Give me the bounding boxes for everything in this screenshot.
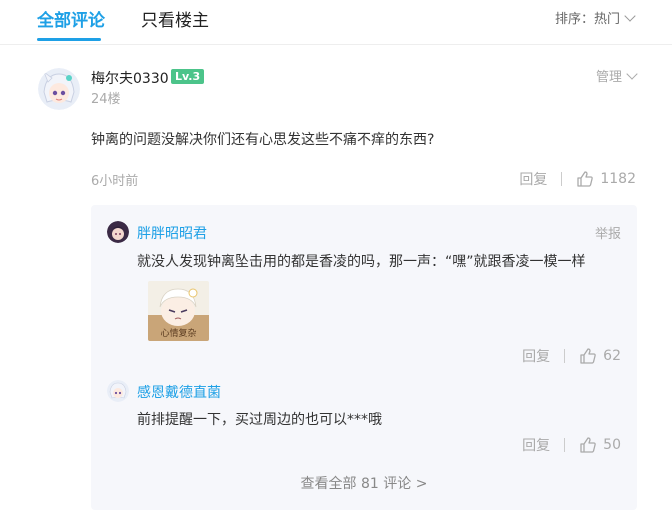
replies-panel: 胖胖昭昭君 举报 就没人发现钟离坠击用的都是香凌的吗，那一声：“嘿”就跟香凌一模… bbox=[91, 205, 637, 510]
floor-number: 24楼 bbox=[91, 92, 121, 107]
report-button[interactable]: 举报 bbox=[595, 223, 621, 242]
like-count: 50 bbox=[603, 437, 621, 453]
reply-button[interactable]: 回复 bbox=[522, 435, 550, 455]
like-button[interactable]: 1182 bbox=[576, 170, 636, 188]
thumbs-up-icon bbox=[580, 348, 596, 364]
reply-actions: 回复 62 bbox=[522, 346, 621, 366]
sort-label: 排序：热门 bbox=[554, 12, 620, 27]
reply-username[interactable]: 胖胖昭昭君 bbox=[137, 223, 207, 243]
manage-dropdown[interactable]: 管理 bbox=[595, 66, 638, 85]
thumbs-up-icon bbox=[577, 171, 594, 187]
chevron-down-icon bbox=[624, 10, 636, 22]
comment-tabs: 全部评论 只看楼主 排序：热门 bbox=[0, 0, 672, 44]
comment-time: 6小时前 bbox=[91, 174, 139, 189]
reply-button[interactable]: 回复 bbox=[522, 346, 550, 366]
avatar[interactable] bbox=[38, 68, 80, 110]
sticker-image[interactable]: 心情复杂 bbox=[148, 281, 209, 341]
tabs-divider bbox=[0, 44, 672, 45]
manage-label: 管理 bbox=[595, 70, 622, 85]
level-badge: Lv.3 bbox=[171, 69, 205, 84]
thumbs-up-icon bbox=[580, 437, 596, 453]
chevron-down-icon bbox=[626, 68, 638, 80]
reply-content: 就没人发现钟离坠击用的都是香凌的吗，那一声：“嘿”就跟香凌一模一样 bbox=[137, 254, 586, 270]
tab-all-comments[interactable]: 全部评论 bbox=[37, 6, 105, 31]
like-button[interactable]: 50 bbox=[579, 436, 621, 454]
tab-op-only[interactable]: 只看楼主 bbox=[141, 6, 209, 31]
like-count: 62 bbox=[603, 348, 621, 364]
reply-username[interactable]: 感恩戴德直菌 bbox=[137, 382, 221, 402]
like-button[interactable]: 62 bbox=[579, 347, 621, 365]
reply-button[interactable]: 回复 bbox=[519, 169, 547, 189]
sort-dropdown[interactable]: 排序：热门 bbox=[554, 8, 636, 27]
svg-text:心情复杂: 心情复杂 bbox=[160, 327, 196, 339]
reply-actions: 回复 50 bbox=[522, 435, 621, 455]
comment-content: 钟离的问题没解决你们还有心思发这些不痛不痒的东西? bbox=[91, 132, 435, 148]
comment-username[interactable]: 梅尔夫0330 bbox=[91, 68, 169, 88]
reply-content: 前排提醒一下，买过周边的也可以***哦 bbox=[137, 412, 382, 428]
comment-actions: 回复 1182 bbox=[519, 169, 636, 189]
avatar[interactable] bbox=[107, 221, 129, 243]
active-tab-indicator bbox=[37, 38, 101, 41]
actions-divider bbox=[564, 349, 566, 363]
view-all-replies-link[interactable]: 查看全部 81 评论 > bbox=[91, 473, 637, 493]
avatar[interactable] bbox=[107, 380, 129, 402]
actions-divider bbox=[561, 172, 563, 186]
actions-divider bbox=[564, 438, 566, 452]
like-count: 1182 bbox=[600, 171, 636, 187]
